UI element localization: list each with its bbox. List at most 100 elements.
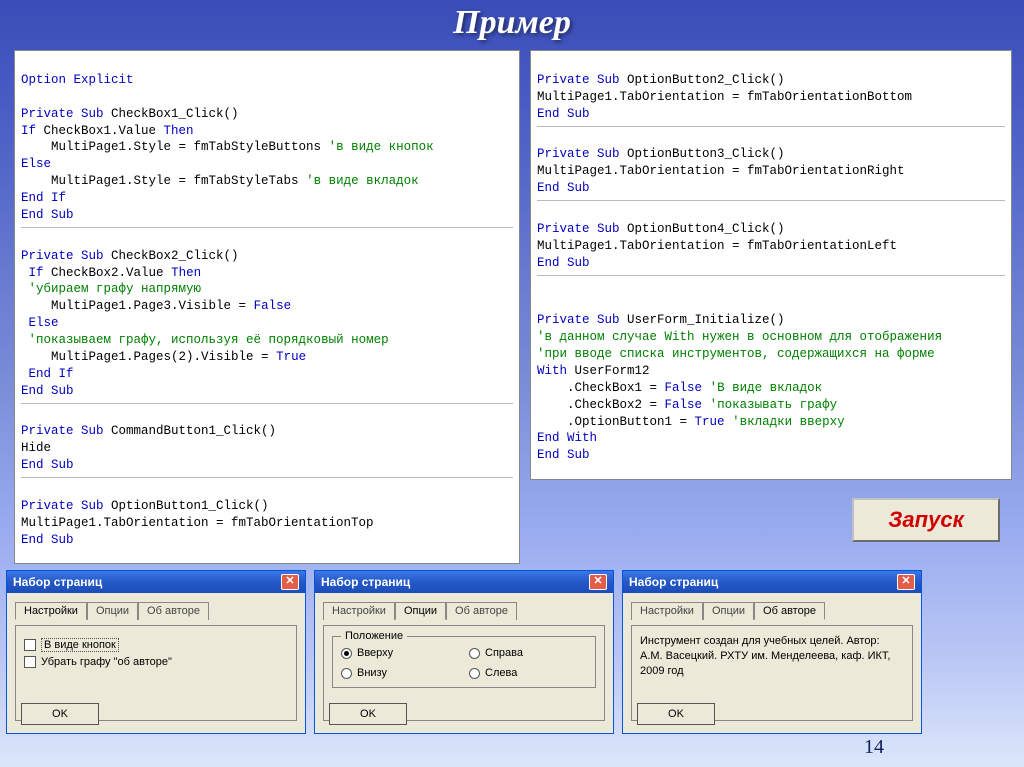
code-line: Then xyxy=(171,266,201,280)
code-line: Private Sub xyxy=(21,499,104,513)
radio-icon xyxy=(341,668,352,679)
ok-button[interactable]: OK xyxy=(329,703,407,725)
code-line: Private Sub xyxy=(537,147,620,161)
dialog-options: Набор страниц ✕ Настройки Опции Об автор… xyxy=(314,570,614,734)
code-line: End Sub xyxy=(537,107,590,121)
about-text: Инструмент создан для учебных целей. Авт… xyxy=(640,634,904,679)
tab-options[interactable]: Опции xyxy=(703,602,754,620)
tab-settings[interactable]: Настройки xyxy=(631,602,703,620)
code-comment: 'в данном случае With нужен в основном д… xyxy=(537,330,942,344)
tab-strip: Настройки Опции Об авторе xyxy=(631,601,913,619)
dialog-about: Набор страниц ✕ Настройки Опции Об автор… xyxy=(622,570,922,734)
checkbox-label: В виде кнопок xyxy=(41,638,119,652)
code-line: False xyxy=(665,398,710,412)
code-line: Private Sub xyxy=(537,222,620,236)
checkbox-remove-about[interactable]: Убрать графу "об авторе" xyxy=(24,656,288,668)
code-line: MultiPage1.TabOrientation = fmTabOrienta… xyxy=(21,516,374,530)
ok-button[interactable]: OK xyxy=(637,703,715,725)
code-line: End Sub xyxy=(21,533,74,547)
radio-left[interactable]: Слева xyxy=(469,667,587,679)
tab-settings[interactable]: Настройки xyxy=(323,602,395,620)
dialog-title-text: Набор страниц xyxy=(13,575,102,589)
code-line: UserForm12 xyxy=(567,364,650,378)
code-line: Else xyxy=(21,316,59,330)
code-panel-right: Private Sub OptionButton2_Click() MultiP… xyxy=(530,50,1012,480)
code-line: False xyxy=(254,299,292,313)
code-line: OptionButton3_Click() xyxy=(620,147,785,161)
radio-bottom[interactable]: Внизу xyxy=(341,667,459,679)
tab-about[interactable]: Об авторе xyxy=(754,602,825,620)
close-icon[interactable]: ✕ xyxy=(897,574,915,590)
code-panel-left: Option Explicit Private Sub CheckBox1_Cl… xyxy=(14,50,520,564)
checkbox-buttons-style[interactable]: В виде кнопок xyxy=(24,638,288,652)
code-comment: 'показывать графу xyxy=(710,398,838,412)
code-line: UserForm_Initialize() xyxy=(620,313,785,327)
code-line: End Sub xyxy=(21,208,74,222)
tab-about[interactable]: Об авторе xyxy=(138,602,209,620)
code-line: CheckBox1.Value xyxy=(36,124,164,138)
code-comment: 'убираем графу напрямую xyxy=(21,282,201,296)
code-line: .CheckBox1 = xyxy=(537,381,665,395)
code-comment: 'показываем графу, используя её порядков… xyxy=(21,333,389,347)
code-line: Private Sub xyxy=(21,249,104,263)
code-line: End If xyxy=(21,191,66,205)
radio-icon xyxy=(469,668,480,679)
radio-icon xyxy=(341,648,352,659)
code-line: End Sub xyxy=(21,384,74,398)
code-line: End Sub xyxy=(537,256,590,270)
checkbox-label: Убрать графу "об авторе" xyxy=(41,656,172,668)
close-icon[interactable]: ✕ xyxy=(589,574,607,590)
ok-button[interactable]: OK xyxy=(21,703,99,725)
code-line: CommandButton1_Click() xyxy=(104,424,277,438)
position-group: Положение Вверху Справа Внизу Слева xyxy=(332,636,596,688)
tab-about[interactable]: Об авторе xyxy=(446,602,517,620)
code-line: End Sub xyxy=(537,181,590,195)
radio-top[interactable]: Вверху xyxy=(341,647,459,659)
code-line: True xyxy=(276,350,306,364)
code-line: MultiPage1.Style = fmTabStyleButtons xyxy=(21,140,329,154)
code-line: Hide xyxy=(21,441,51,455)
radio-label: Слева xyxy=(485,667,517,679)
tab-strip: Настройки Опции Об авторе xyxy=(15,601,297,619)
dialog-titlebar[interactable]: Набор страниц ✕ xyxy=(315,571,613,593)
code-line: CheckBox2.Value xyxy=(44,266,172,280)
code-line: True xyxy=(695,415,733,429)
code-comment: 'в виде вкладок xyxy=(306,174,419,188)
page-number: 14 xyxy=(864,736,884,759)
code-line: Private Sub xyxy=(21,107,104,121)
code-line: Else xyxy=(21,157,51,171)
code-line: OptionButton1_Click() xyxy=(104,499,269,513)
tab-options[interactable]: Опции xyxy=(87,602,138,620)
radio-right[interactable]: Справа xyxy=(469,647,587,659)
dialog-titlebar[interactable]: Набор страниц ✕ xyxy=(623,571,921,593)
dialog-titlebar[interactable]: Набор страниц ✕ xyxy=(7,571,305,593)
code-line: If xyxy=(21,124,36,138)
code-line: Option Explicit xyxy=(21,73,134,87)
code-line: Then xyxy=(164,124,194,138)
dialog-title-text: Набор страниц xyxy=(321,575,410,589)
close-icon[interactable]: ✕ xyxy=(281,574,299,590)
code-line: Private Sub xyxy=(537,313,620,327)
dialog-settings: Набор страниц ✕ Настройки Опции Об автор… xyxy=(6,570,306,734)
code-line: Private Sub xyxy=(537,73,620,87)
code-comment: 'вкладки вверху xyxy=(732,415,845,429)
code-line: MultiPage1.TabOrientation = fmTabOrienta… xyxy=(537,90,912,104)
code-line: OptionButton2_Click() xyxy=(620,73,785,87)
code-line: Private Sub xyxy=(21,424,104,438)
code-line: End With xyxy=(537,431,597,445)
tab-options[interactable]: Опции xyxy=(395,602,446,620)
code-comment: 'при вводе списка инструментов, содержащ… xyxy=(537,347,935,361)
code-line: With xyxy=(537,364,567,378)
radio-icon xyxy=(469,648,480,659)
code-line: CheckBox2_Click() xyxy=(104,249,239,263)
code-line: MultiPage1.TabOrientation = fmTabOrienta… xyxy=(537,164,905,178)
code-comment: 'в виде кнопок xyxy=(329,140,434,154)
code-line: MultiPage1.Page3.Visible = xyxy=(21,299,254,313)
checkbox-icon xyxy=(24,639,36,651)
launch-button[interactable]: Запуск xyxy=(852,498,1000,542)
code-line: False xyxy=(665,381,710,395)
group-title: Положение xyxy=(341,630,407,642)
tab-settings[interactable]: Настройки xyxy=(15,602,87,620)
tab-strip: Настройки Опции Об авторе xyxy=(323,601,605,619)
code-line: End Sub xyxy=(21,458,74,472)
